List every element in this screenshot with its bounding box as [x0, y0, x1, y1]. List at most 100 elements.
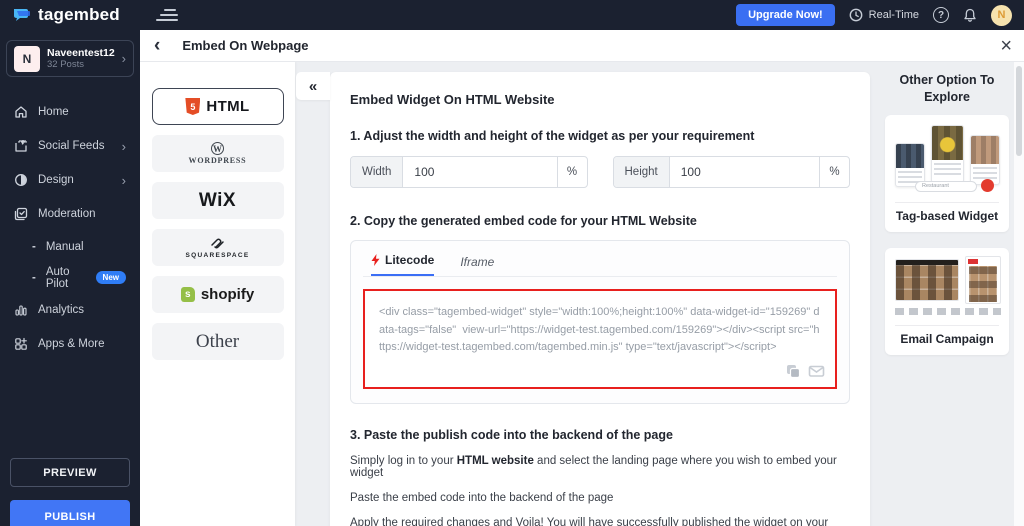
platform-wordpress-button[interactable]: W WORDPRESS [151, 135, 284, 172]
search-dot-icon [981, 178, 994, 192]
page-header: ‹ Embed On Webpage × [140, 30, 1024, 62]
sidebar-item-manual[interactable]: - Manual [0, 231, 140, 262]
email-campaign-thumbnail [893, 255, 1001, 318]
search-pill: Restaurant [915, 180, 977, 192]
help-icon[interactable]: ? [933, 7, 949, 23]
design-icon [15, 174, 27, 186]
card-title: Embed Widget On HTML Website [350, 92, 555, 107]
scrollbar-thumb[interactable] [1016, 66, 1022, 156]
instruction-line: Simply log in to your HTML website and s… [350, 455, 850, 479]
platform-list: 5 HTML W WORDPRESS WiX SQUARESPACE s sho… [140, 62, 295, 526]
height-input[interactable] [669, 157, 819, 187]
dash-icon: - [32, 271, 36, 284]
tagembed-logo-icon [14, 9, 30, 21]
tab-label: Iframe [460, 255, 495, 269]
platform-shopify-button[interactable]: s shopify [151, 276, 284, 313]
sidebar: N Naveentest123'... 32 Posts › Home Soci… [0, 30, 140, 526]
profile-avatar: N [14, 45, 40, 72]
sidebar-item-label: Auto Pilot [45, 265, 70, 290]
hamburger-menu-icon[interactable] [156, 9, 178, 21]
sidebar-item-label: Moderation [38, 208, 96, 220]
width-field-group: Width % [350, 156, 588, 188]
other-options-panel: Other Option To Explore Restaurant Tag-b… [880, 62, 1014, 526]
platform-other-button[interactable]: Other [151, 323, 284, 360]
preview-button[interactable]: PREVIEW [10, 458, 130, 487]
sidebar-item-home[interactable]: Home [0, 95, 140, 129]
chevron-right-icon: › [121, 172, 126, 188]
platform-label: shopify [200, 286, 255, 303]
instruction-bold: HTML website [456, 454, 534, 467]
tag-widget-label: Tag-based Widget [895, 208, 999, 223]
page-title: Embed On Webpage [182, 38, 309, 53]
tag-based-widget-card[interactable]: Restaurant Tag-based Widget [885, 114, 1009, 232]
lightning-icon [371, 254, 380, 266]
platform-label: SQUARESPACE [185, 251, 250, 259]
top-navbar: tagembed Upgrade Now! Real-Time ? N [0, 0, 1024, 30]
step-1-label: 1. Adjust the width and height of the wi… [350, 129, 755, 143]
other-options-title: Other Option To Explore [899, 73, 995, 104]
step-2-label: 2. Copy the generated embed code for you… [350, 214, 697, 228]
dash-icon: - [32, 240, 36, 253]
brand-name: tagembed [38, 5, 120, 24]
embed-code-panel: Litecode Iframe <div class="tagembed-wid… [350, 240, 850, 404]
platform-wix-button[interactable]: WiX [151, 182, 284, 219]
mail-icon[interactable] [808, 363, 825, 379]
wordpress-logo-icon: W [210, 142, 224, 155]
sidebar-item-auto-pilot[interactable]: - Auto Pilot New [0, 262, 140, 293]
sidebar-item-label: Analytics [38, 304, 85, 316]
collapse-panel-icon[interactable]: « [296, 72, 330, 100]
instruction-text: Simply log in to your [350, 454, 457, 467]
code-tabs: Litecode Iframe [363, 253, 837, 277]
sidebar-item-apps-more[interactable]: Apps & More [0, 327, 140, 361]
platform-label: WORDPRESS [188, 156, 247, 165]
realtime-toggle[interactable]: Real-Time [849, 8, 919, 22]
instruction-line: Paste the embed code into the backend of… [350, 491, 614, 504]
brand-logo[interactable]: tagembed [0, 5, 140, 25]
platform-label: WiX [198, 189, 237, 211]
analytics-icon [15, 305, 27, 316]
platform-squarespace-button[interactable]: SQUARESPACE [151, 229, 284, 266]
moderation-icon [14, 207, 28, 221]
publish-button[interactable]: PUBLISH [10, 500, 130, 526]
upgrade-now-button[interactable]: Upgrade Now! [736, 4, 835, 26]
new-badge: New [95, 271, 126, 284]
sidebar-item-moderation[interactable]: Moderation [0, 197, 140, 231]
apps-grid-icon [15, 337, 27, 350]
sidebar-item-design[interactable]: Design › [0, 163, 140, 197]
scrollbar[interactable] [1014, 62, 1024, 526]
tag-widget-thumbnail: Restaurant [893, 123, 1001, 195]
sidebar-item-label: Design [38, 174, 74, 186]
back-arrow-icon[interactable]: ‹ [154, 36, 160, 55]
home-icon [15, 106, 27, 118]
tab-iframe[interactable]: Iframe [460, 255, 494, 276]
width-unit: % [556, 157, 587, 187]
sidebar-item-analytics[interactable]: Analytics [0, 293, 140, 327]
tab-litecode[interactable]: Litecode [371, 253, 435, 276]
width-label: Width [351, 157, 404, 187]
sidebar-item-label: Home [38, 106, 69, 118]
copy-icon[interactable] [785, 363, 801, 379]
sidebar-item-label: Apps & More [38, 338, 105, 350]
social-feeds-icon [15, 140, 27, 152]
sidebar-item-social-feeds[interactable]: Social Feeds › [0, 129, 140, 163]
app-window: tagembed Upgrade Now! Real-Time ? N N Na… [0, 0, 1024, 526]
platform-label: Other [195, 330, 240, 352]
user-avatar[interactable]: N [991, 4, 1012, 26]
profile-switcher[interactable]: N Naveentest123'... 32 Posts › [6, 40, 134, 77]
tab-label: Litecode [385, 253, 435, 267]
platform-html-button[interactable]: 5 HTML [151, 88, 284, 125]
notifications-bell-icon[interactable] [963, 8, 977, 23]
width-input[interactable] [403, 157, 557, 187]
sidebar-nav: Home Social Feeds › Design › Moderation … [0, 95, 140, 361]
profile-posts-count: 32 Posts [47, 59, 84, 71]
close-icon[interactable]: × [1000, 36, 1012, 56]
email-campaign-label: Email Campaign [900, 331, 994, 346]
email-campaign-card[interactable]: Email Campaign [885, 247, 1009, 355]
height-field-group: Height % [612, 156, 850, 188]
instruction-line: Apply the required changes and Voila! Yo… [350, 516, 829, 526]
embed-settings-card: Embed Widget On HTML Website 1. Adjust t… [330, 72, 870, 526]
chevron-right-icon: › [121, 51, 126, 66]
clock-icon [849, 8, 863, 22]
embed-code-text[interactable]: <div class="tagembed-widget" style="widt… [379, 304, 821, 357]
platform-label: HTML [206, 98, 250, 115]
